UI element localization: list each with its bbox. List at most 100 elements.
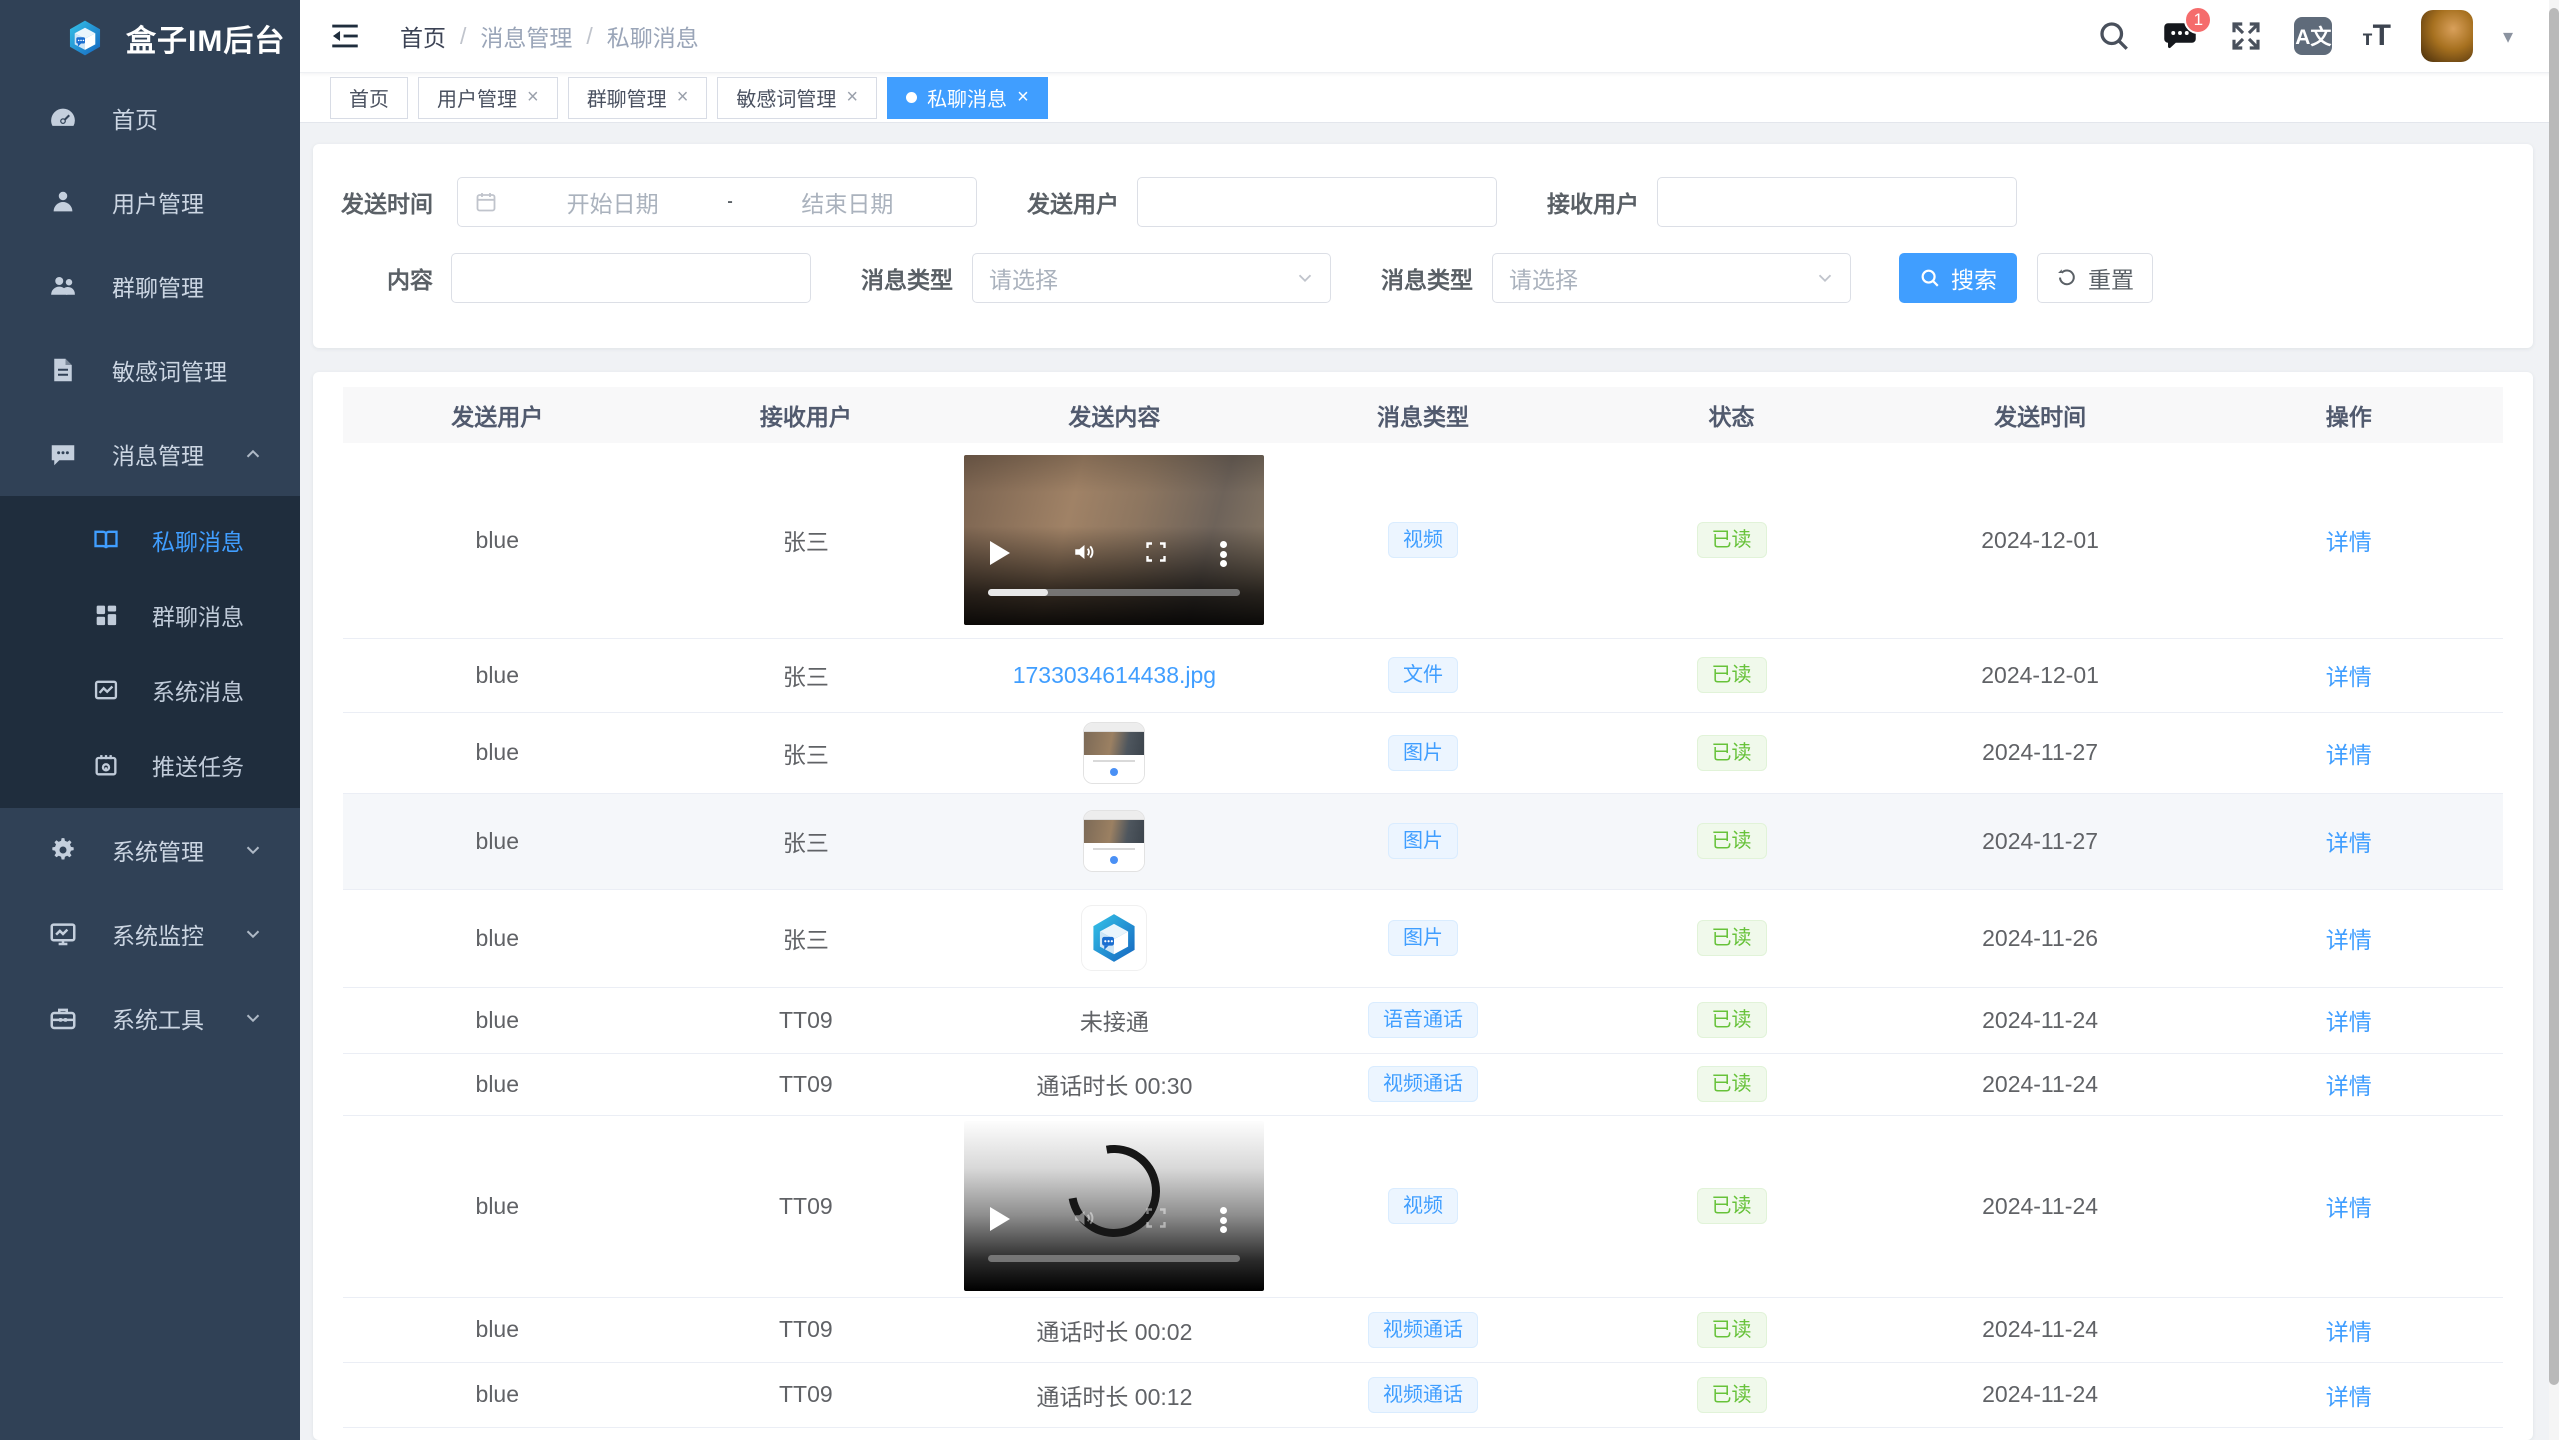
video-player-loading[interactable] <box>964 1121 1264 1291</box>
sidebar-item-system-monitor[interactable]: 系统监控 <box>0 892 300 976</box>
sidebar-item-private-messages[interactable]: 私聊消息 <box>0 502 300 577</box>
sidebar-item-label: 推送任务 <box>152 748 244 782</box>
message-type-badge: 视频通话 <box>1368 1066 1478 1102</box>
top-bar: 首页 / 消息管理 / 私聊消息 1 A文 <box>300 0 2559 73</box>
sidebar-item-sensitive-words[interactable]: 敏感词管理 <box>0 328 300 412</box>
sidebar-item-system-admin[interactable]: 系统管理 <box>0 808 300 892</box>
close-icon[interactable]: × <box>1017 86 1029 109</box>
detail-link[interactable]: 详情 <box>2326 927 2372 953</box>
detail-link[interactable]: 详情 <box>2326 529 2372 555</box>
search-icon[interactable] <box>2096 18 2132 54</box>
sidebar-item-label: 系统监控 <box>112 917 204 951</box>
fullscreen-icon[interactable] <box>1144 540 1168 564</box>
sidebar-item-group-messages[interactable]: 群聊消息 <box>0 577 300 652</box>
page-scrollbar <box>2549 0 2559 1440</box>
message-type-select[interactable]: 请选择 <box>972 253 1331 303</box>
sidebar-item-groups[interactable]: 群聊管理 <box>0 244 300 328</box>
message-image-thumbnail[interactable] <box>1083 810 1145 872</box>
video-progress-bar[interactable] <box>988 1255 1240 1262</box>
file-link[interactable]: 1733034614438.jpg <box>1013 662 1216 688</box>
sidebar-item-label: 系统消息 <box>152 673 244 707</box>
end-date-placeholder: 结束日期 <box>733 185 962 219</box>
message-type-badge: 图片 <box>1388 920 1458 956</box>
detail-link[interactable]: 详情 <box>2326 1009 2372 1035</box>
sidebar-item-home[interactable]: 首页 <box>0 76 300 160</box>
message-image-thumbnail[interactable] <box>1083 722 1145 784</box>
message-image-thumbnail[interactable] <box>1082 906 1146 970</box>
chevron-down-icon <box>1294 267 1316 289</box>
detail-link[interactable]: 详情 <box>2326 1384 2372 1410</box>
breadcrumb-item[interactable]: 消息管理 <box>480 19 572 53</box>
message-type-badge: 视频 <box>1388 522 1458 558</box>
fullscreen-icon[interactable] <box>1144 1206 1168 1230</box>
detail-link[interactable]: 详情 <box>2326 664 2372 690</box>
detail-link[interactable]: 详情 <box>2326 1319 2372 1345</box>
volume-icon[interactable] <box>1072 539 1098 565</box>
video-player[interactable] <box>964 455 1264 625</box>
boxim-logo-icon <box>1088 912 1140 964</box>
notification-badge: 1 <box>2184 6 2212 34</box>
col-status: 状态 <box>1577 387 1886 443</box>
col-sender: 发送用户 <box>343 387 652 443</box>
avatar-caret-icon[interactable]: ▾ <box>2503 24 2513 49</box>
search-icon <box>1919 267 1941 289</box>
detail-link[interactable]: 详情 <box>2326 1195 2372 1221</box>
date-range-input[interactable]: 开始日期 - 结束日期 <box>457 177 977 227</box>
sidebar-item-label: 群聊管理 <box>112 269 204 303</box>
chevron-down-icon <box>1814 267 1836 289</box>
search-button[interactable]: 搜索 <box>1899 253 2017 303</box>
sidebar-item-system-messages[interactable]: 系统消息 <box>0 652 300 727</box>
more-options-icon[interactable] <box>1220 1207 1228 1233</box>
sidebar-item-push-tasks[interactable]: 推送任务 <box>0 727 300 802</box>
tab-private-messages[interactable]: 私聊消息 × <box>887 77 1048 119</box>
message-text: 通话时长 00:12 <box>960 1362 1269 1427</box>
video-progress-bar[interactable] <box>988 589 1240 596</box>
message-type-badge: 语音通话 <box>1368 1002 1478 1038</box>
play-icon[interactable] <box>990 541 1010 565</box>
sidebar-item-system-tools[interactable]: 系统工具 <box>0 976 300 1060</box>
calendar-icon <box>474 190 498 214</box>
message-type-badge: 视频 <box>1388 1188 1458 1224</box>
close-icon[interactable]: × <box>677 86 689 109</box>
reset-button[interactable]: 重置 <box>2037 253 2153 303</box>
detail-link[interactable]: 详情 <box>2326 742 2372 768</box>
tab-sensitive-words[interactable]: 敏感词管理 × <box>717 77 877 119</box>
detail-link[interactable]: 详情 <box>2326 830 2372 856</box>
message-text: 未接通 <box>960 987 1269 1053</box>
content-input[interactable] <box>451 253 811 303</box>
dashboard-icon <box>48 103 78 133</box>
calendar-task-icon <box>92 751 120 779</box>
tab-user-management[interactable]: 用户管理 × <box>418 77 558 119</box>
sidebar-item-users[interactable]: 用户管理 <box>0 160 300 244</box>
close-icon[interactable]: × <box>846 86 858 109</box>
tab-group-management[interactable]: 群聊管理 × <box>568 77 708 119</box>
notifications-button[interactable]: 1 <box>2162 18 2198 54</box>
close-icon[interactable]: × <box>527 86 539 109</box>
messages-table: 发送用户 接收用户 发送内容 消息类型 状态 发送时间 操作 blue 张三 <box>343 387 2503 1428</box>
scrollbar-thumb[interactable] <box>2549 8 2559 1385</box>
message-type2-select[interactable]: 请选择 <box>1492 253 1851 303</box>
tab-home[interactable]: 首页 <box>330 77 408 119</box>
status-badge: 已读 <box>1697 1377 1767 1413</box>
message-type-badge: 视频通话 <box>1368 1377 1478 1413</box>
volume-icon[interactable] <box>1072 1205 1098 1231</box>
sidebar-item-label: 系统工具 <box>112 1001 204 1035</box>
user-avatar[interactable] <box>2421 10 2473 62</box>
breadcrumb-home[interactable]: 首页 <box>400 19 446 53</box>
content-label: 内容 <box>341 261 433 295</box>
table-row: blue TT09 通话时长 00:30 视频通话 已读 2024-11-24 … <box>343 1053 2503 1115</box>
play-icon[interactable] <box>990 1207 1010 1231</box>
send-user-input[interactable] <box>1137 177 1497 227</box>
language-icon[interactable]: A文 <box>2294 17 2332 55</box>
font-size-icon[interactable]: тT <box>2362 19 2391 53</box>
sidebar-item-label: 系统管理 <box>112 833 204 867</box>
app-logo-icon <box>66 19 104 57</box>
fullscreen-icon[interactable] <box>2228 18 2264 54</box>
more-options-icon[interactable] <box>1220 541 1228 567</box>
receive-user-input[interactable] <box>1657 177 2017 227</box>
sidebar-item-label: 群聊消息 <box>152 598 244 632</box>
collapse-menu-icon[interactable] <box>328 19 362 53</box>
document-icon <box>48 355 78 385</box>
detail-link[interactable]: 详情 <box>2326 1073 2372 1099</box>
sidebar-item-messages[interactable]: 消息管理 <box>0 412 300 496</box>
